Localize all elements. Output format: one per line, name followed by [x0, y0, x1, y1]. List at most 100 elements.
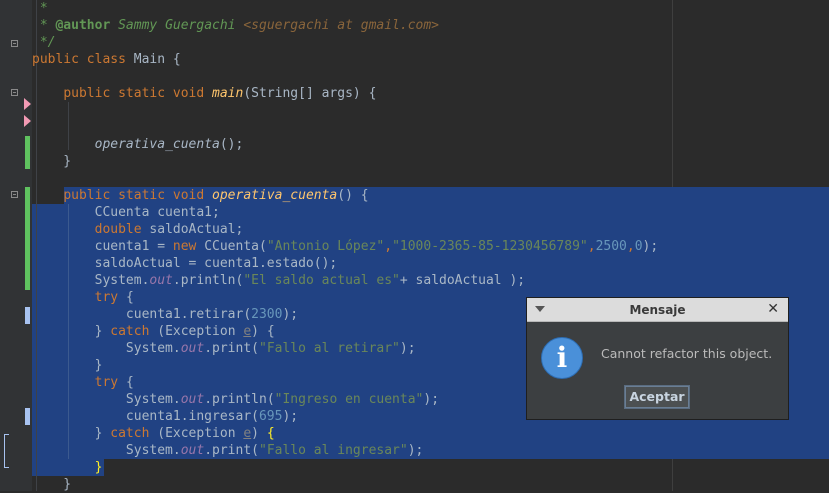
code-line: operativa_cuenta(); — [32, 136, 244, 153]
code-line: try { — [32, 374, 134, 391]
code-token: cuenta1.ingresar( — [32, 409, 259, 424]
code-line: public static void main(String[] args) { — [32, 85, 376, 102]
code-token: saldoActual; — [149, 222, 244, 237]
code-token: try — [94, 290, 126, 305]
code-token: { — [125, 290, 134, 305]
code-token: , — [384, 239, 393, 254]
code-token: ); — [282, 307, 299, 322]
code-token: main — [212, 86, 244, 101]
code-token: System. — [32, 392, 181, 407]
accept-button[interactable]: Aceptar — [624, 385, 690, 409]
code-token: try — [94, 375, 126, 390]
code-line: cuenta1.ingresar(695); — [32, 408, 298, 425]
code-token: out — [180, 443, 205, 458]
code-token: .print( — [204, 443, 259, 458]
code-line: public static void operativa_cuenta() { — [32, 187, 369, 204]
code-token: , — [587, 239, 596, 254]
code-token: , — [626, 239, 635, 254]
code-token: } — [32, 426, 111, 441]
info-icon-glyph: i — [556, 341, 568, 374]
code-token: (Exception — [157, 426, 244, 441]
code-token: 0 — [634, 239, 643, 254]
code-token: ); — [642, 239, 659, 254]
code-line: System.out.println("Ingreso en cuenta"); — [32, 391, 439, 408]
change-marker — [25, 408, 30, 425]
code-token: out — [149, 273, 173, 288]
code-token: @author — [55, 18, 111, 33]
code-token: System. — [32, 443, 181, 458]
bracket-marker — [4, 434, 9, 468]
code-token: .println( — [204, 392, 275, 407]
fold-marker-icon[interactable] — [11, 89, 18, 96]
change-marker — [25, 187, 30, 290]
code-line: } — [32, 153, 71, 170]
code-token: } — [32, 477, 72, 492]
code-line: System.out.print("Fallo al retirar"); — [32, 340, 416, 357]
breakpoint-icon[interactable] — [24, 115, 31, 127]
code-token: * — [32, 1, 48, 16]
code-token: 695 — [258, 409, 283, 424]
code-token: CCuenta cuenta1; — [32, 205, 220, 220]
code-token: System. — [32, 273, 150, 288]
code-line: cuenta1.retirar(2300); — [32, 306, 298, 323]
code-token: e — [243, 324, 252, 339]
code-token: ); — [423, 392, 440, 407]
code-token: public static void — [63, 86, 213, 101]
code-line: * — [32, 0, 48, 17]
code-token: () { — [337, 188, 369, 203]
code-token: cuenta1.retirar( — [32, 307, 252, 322]
code-token: } — [94, 460, 103, 475]
code-token: "Ingreso en cuenta" — [274, 392, 424, 407]
code-line: public class Main { — [32, 51, 181, 68]
code-token: operativa_cuenta — [94, 137, 220, 152]
code-token: ); — [399, 341, 416, 356]
code-token: catch — [110, 426, 158, 441]
change-marker — [25, 136, 30, 169]
code-token: "Fallo al ingresar" — [259, 443, 408, 458]
code-token: operativa_cuenta — [212, 188, 338, 203]
code-token: cuenta1 = — [32, 239, 173, 254]
code-token: "Fallo al retirar" — [259, 341, 400, 356]
code-line: } — [32, 476, 71, 493]
code-token: ); — [282, 409, 299, 424]
code-token: ); — [407, 443, 424, 458]
fold-marker-icon[interactable] — [11, 40, 18, 47]
code-token: out — [180, 341, 205, 356]
code-line: } catch (Exception e) { — [32, 425, 275, 442]
code-token: (String[] args) { — [243, 86, 377, 101]
code-token: ) — [251, 426, 267, 441]
close-icon[interactable]: ✕ — [767, 301, 779, 317]
code-token: } — [32, 154, 72, 169]
code-line: } — [32, 459, 103, 476]
code-token: 2500 — [595, 239, 627, 254]
code-token: Main { — [133, 52, 181, 67]
code-token: double — [94, 222, 150, 237]
code-token: { — [266, 426, 275, 441]
code-line: System.out.println("El saldo actual es"+… — [32, 272, 526, 289]
code-token: public static void — [63, 188, 213, 203]
code-token: .print( — [204, 341, 259, 356]
dialog-title: Mensaje — [629, 303, 686, 317]
code-token: catch — [110, 324, 158, 339]
code-token: "El saldo actual es" — [243, 273, 400, 288]
code-token: System. — [32, 341, 181, 356]
code-token: <sguergachi at gmail.com> — [243, 18, 440, 33]
fold-marker-icon[interactable] — [11, 191, 18, 198]
breakpoint-icon[interactable] — [24, 98, 31, 110]
code-token: .println( — [172, 273, 244, 288]
info-icon: i — [541, 337, 583, 379]
dialog-titlebar[interactable]: Mensaje ✕ — [527, 298, 788, 322]
message-dialog: Mensaje ✕ i Cannot refactor this object.… — [526, 297, 789, 420]
code-token: } — [32, 358, 103, 373]
editor-gutter[interactable] — [0, 0, 32, 491]
code-token: public class — [32, 52, 134, 67]
code-token: "Antonio López" — [266, 239, 385, 254]
code-token: * — [32, 18, 56, 33]
code-token: saldoActual = cuenta1.estado(); — [32, 256, 338, 271]
